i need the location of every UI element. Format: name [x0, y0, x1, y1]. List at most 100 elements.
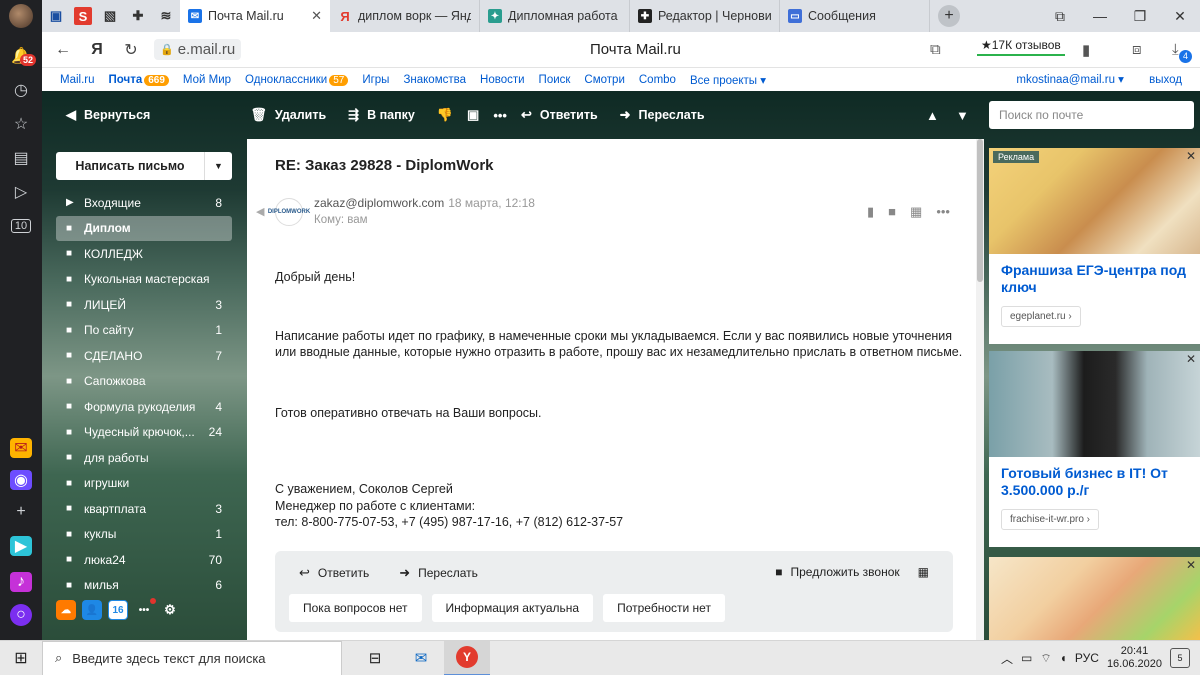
delete-button[interactable]: 🗑 Удалить [250, 107, 326, 123]
quick-reply-button[interactable]: ↩ Ответить [299, 565, 369, 581]
spam-button[interactable]: 👎 [437, 107, 453, 123]
bookmarks-star-icon[interactable]: ☆ [6, 110, 36, 138]
quick-answer-button[interactable]: Информация актуальна [431, 594, 594, 622]
folder-diplom[interactable]: ■ Диплом [56, 215, 232, 241]
taskbar-search-input[interactable]: ⌕ Введите здесь текст для поиска [42, 640, 342, 675]
folder-item[interactable]: ■ куклы 1 [56, 522, 232, 548]
calendar-event-icon[interactable]: ▦ [910, 204, 922, 220]
calendar-icon[interactable]: 16 [108, 600, 128, 620]
pinned-tab-wave-icon[interactable]: ≋ [152, 0, 180, 32]
notification-center-icon[interactable]: 5 [1170, 648, 1190, 668]
tab-mail[interactable]: ✉ Почта Mail.ru ✕ [180, 0, 330, 32]
move-to-folder-button[interactable]: ⇶ В папку [348, 107, 415, 123]
tab-messages[interactable]: ▭ Сообщения [780, 0, 930, 32]
maximize-icon[interactable]: ❐ [1120, 8, 1160, 25]
folder-item[interactable]: ■ Чудесный крючок,... 24 [56, 420, 232, 446]
ad-third[interactable]: ✕ [989, 557, 1200, 640]
tab-editor[interactable]: ✚ Редактор | Черновик [630, 0, 780, 32]
messenger-app-icon[interactable]: ◉ [10, 470, 32, 490]
bookmark-icon[interactable]: ▮ [1082, 41, 1090, 59]
close-window-icon[interactable]: ✕ [1160, 8, 1200, 25]
scrollbar-thumb[interactable] [977, 139, 983, 282]
compose-button[interactable]: Написать письмо ▼ [56, 152, 232, 180]
folder-item[interactable]: ■ По сайту 1 [56, 318, 232, 344]
portal-link-smotri[interactable]: Смотри [584, 74, 624, 86]
portal-link-search[interactable]: Поиск [539, 74, 571, 86]
quick-answer-button[interactable]: Потребности нет [603, 594, 725, 622]
more-button[interactable]: ••• [493, 108, 507, 123]
tab-yandex-search[interactable]: Я диплом ворк — Янде [330, 0, 480, 32]
pinned-tab-plus-icon[interactable]: ✚ [124, 0, 152, 32]
folder-item[interactable]: ■ КОЛЛЕДЖ [56, 241, 232, 267]
compose-dropdown-icon[interactable]: ▼ [204, 152, 232, 180]
folder-item[interactable]: ■ игрушки [56, 471, 232, 497]
close-tab-icon[interactable]: ✕ [311, 8, 322, 24]
clock[interactable]: 20:41 16.06.2020 [1107, 645, 1162, 671]
collections-icon[interactable]: ▤ [6, 144, 36, 172]
close-ad-icon[interactable]: ✕ [1186, 352, 1196, 366]
ad-source-link[interactable]: egeplanet.ru › [1001, 306, 1081, 327]
portal-link-moy-mir[interactable]: Мой Мир [183, 74, 231, 86]
next-message-button[interactable]: ▼ [956, 108, 969, 123]
tab-share-icon[interactable]: ⧉ [930, 41, 941, 58]
portal-link-games[interactable]: Игры [362, 74, 389, 86]
mail-search-input[interactable]: Поиск по почте [989, 101, 1194, 129]
sender-email[interactable]: zakaz@diplomwork.com [314, 196, 444, 210]
minimize-icon[interactable]: — [1080, 8, 1120, 24]
reviews-badge[interactable]: ★17К отзывов [977, 38, 1065, 56]
portal-link-dating[interactable]: Знакомства [403, 74, 466, 86]
calendar-grid-icon[interactable]: ▦ [918, 565, 929, 579]
pinned-tab-image-icon[interactable]: ▧ [96, 0, 124, 32]
mail-app-icon[interactable]: ✉ [10, 438, 32, 458]
reload-icon[interactable]: ↻ [114, 40, 148, 60]
network-icon[interactable]: ⌔ [1040, 651, 1051, 666]
volume-icon[interactable]: ◖ [1060, 651, 1067, 665]
add-app-icon[interactable]: + [6, 498, 36, 526]
ad-ege-franchise[interactable]: Реклама ✕ Франшиза ЕГЭ-центра под ключ e… [989, 148, 1200, 344]
ad-it-business[interactable]: ✕ Готовый бизнес в IT! От 3.500.000 р./г… [989, 351, 1200, 547]
notifications-bell-icon[interactable]: 🔔52 [6, 42, 36, 70]
forward-button[interactable]: ➜ Переслать [620, 107, 705, 123]
settings-gear-icon[interactable]: ⚙ [160, 600, 180, 620]
task-view-icon[interactable]: ⊟ [352, 641, 398, 675]
alice-assistant-icon[interactable]: ○ [10, 604, 32, 626]
user-account-link[interactable]: mkostinaa@mail.ru ▾ [1016, 74, 1124, 86]
archive-button[interactable]: ▣ [467, 107, 479, 123]
logout-link[interactable]: выход [1149, 74, 1182, 86]
portal-link-news[interactable]: Новости [480, 74, 525, 86]
reply-button[interactable]: ↩ Ответить [521, 107, 598, 123]
tabs-menu-icon[interactable]: ⧉ [1040, 8, 1080, 25]
history-icon[interactable]: ◷ [6, 76, 36, 104]
suggest-call-button[interactable]: ■ Предложить звонок [775, 565, 899, 579]
quick-answer-button[interactable]: Пока вопросов нет [289, 594, 422, 622]
video-call-icon[interactable]: ■ [888, 204, 896, 220]
close-ad-icon[interactable]: ✕ [1186, 149, 1196, 163]
video-app-icon[interactable]: ▶ [10, 536, 32, 556]
mail-taskbar-icon[interactable]: ✉ [398, 641, 444, 675]
cloud-icon[interactable]: ☁ [56, 600, 76, 620]
media-play-icon[interactable]: ▷ [6, 178, 36, 206]
pinned-tab-book-icon[interactable]: ▣ [42, 0, 70, 32]
folder-item[interactable]: ■ СДЕЛАНО 7 [56, 343, 232, 369]
close-ad-icon[interactable]: ✕ [1186, 558, 1196, 572]
tray-expand-icon[interactable]: ︿ [1001, 650, 1013, 667]
folder-item[interactable]: ■ Формула рукоделия 4 [56, 394, 232, 420]
portal-link-all-projects[interactable]: Все проекты ▾ [690, 73, 766, 87]
bookmark-message-icon[interactable]: ▮ [867, 204, 874, 220]
folder-item[interactable]: ■ квартплата 3 [56, 496, 232, 522]
yandex-browser-taskbar-icon[interactable]: Y [444, 640, 490, 675]
folder-item[interactable]: ■ люка24 70 [56, 547, 232, 573]
profile-avatar[interactable] [9, 4, 33, 28]
message-more-icon[interactable]: ••• [936, 204, 950, 220]
music-app-icon[interactable]: ♪ [10, 572, 32, 592]
tab-counter-icon[interactable]: 10 [6, 212, 36, 240]
new-tab-button[interactable]: + [938, 5, 960, 27]
sender-avatar[interactable]: DIPLOMWORK [268, 198, 310, 226]
portal-link-odnoklassniki[interactable]: Одноклассники 57 [245, 74, 349, 86]
portal-link-pochta[interactable]: Почта 669 [109, 74, 169, 86]
tab-diploma-work[interactable]: ✦ Дипломная работа н [480, 0, 630, 32]
message-scrollbar[interactable] [976, 139, 984, 640]
folder-item[interactable]: ■ Сапожкова [56, 369, 232, 395]
portal-link-mailru[interactable]: Mail.ru [60, 74, 95, 86]
yandex-logo-icon[interactable]: Я [80, 41, 114, 59]
